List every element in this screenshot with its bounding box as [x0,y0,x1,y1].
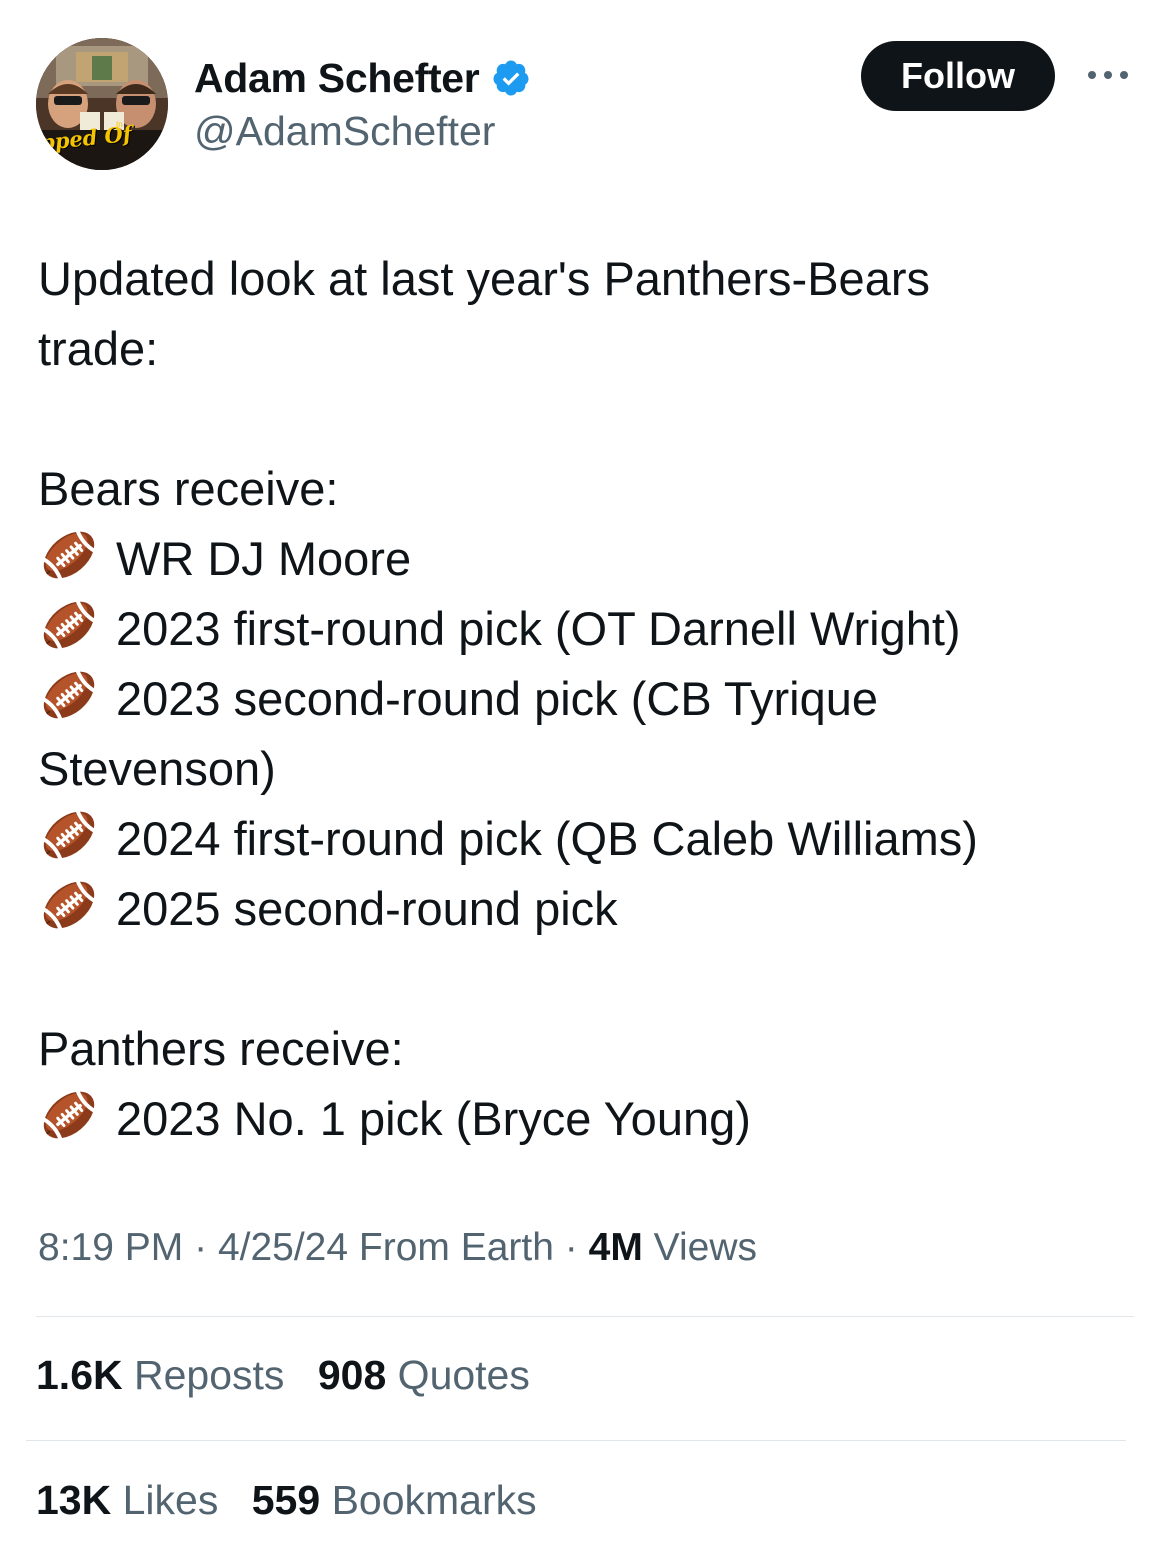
reposts-label: Reposts [134,1352,285,1398]
author-name-row: Adam Schefter [194,54,531,102]
views-label: Views [653,1226,757,1269]
list-item: 2024 first-round pick (QB Caleb Williams… [38,804,1128,874]
american-football-icon [38,664,100,726]
divider [26,1440,1126,1441]
american-football-icon [38,804,100,866]
follow-button[interactable]: Follow [861,41,1055,111]
list-item-text: 2025 second-round pick [116,882,618,935]
tweet-date[interactable]: 4/25/24 [218,1226,348,1269]
list-item: 2023 second-round pick (CB Tyrique [38,664,1128,734]
views-count: 4M [588,1226,643,1269]
quotes-label: Quotes [397,1352,530,1398]
tweet-source: From Earth [358,1226,554,1269]
list-item: 2023 first-round pick (OT Darnell Wright… [38,594,1128,664]
likes-stat[interactable]: 13K Likes [36,1477,218,1524]
meta-separator: · [194,1226,208,1269]
likes-count: 13K [36,1477,112,1523]
list-item-continuation: Stevenson) [38,742,276,795]
author-handle[interactable]: @AdamSchefter [194,108,495,155]
list-item: 2025 second-round pick [38,874,1128,944]
bookmarks-label: Bookmarks [331,1477,537,1523]
quotes-count: 908 [317,1352,387,1398]
reposts-stat[interactable]: 1.6K Reposts [36,1352,284,1399]
quotes-stat[interactable]: 908 Quotes [318,1352,530,1399]
american-football-icon [38,1084,100,1146]
bookmarks-stat[interactable]: 559 Bookmarks [252,1477,537,1524]
american-football-icon [38,524,100,586]
american-football-icon [38,874,100,936]
tweet-text: Updated look at last year's Panthers-Bea… [38,244,1128,1154]
stats-row-likes-bookmarks: 13K Likes 559 Bookmarks [36,1477,559,1524]
list-item-text: 2023 second-round pick (CB Tyrique [116,672,879,725]
list-item-text: WR DJ Moore [116,532,412,585]
reposts-count: 1.6K [36,1352,123,1398]
author-display-name[interactable]: Adam Schefter [194,55,480,102]
tweet-time[interactable]: 8:19 PM [38,1226,183,1269]
list-item-text: 2023 No. 1 pick (Bryce Young) [116,1092,751,1145]
tweet-header: Ipped Of In Adam Schefter @AdamSchefter … [36,38,1136,172]
list-item: WR DJ Moore [38,524,1128,594]
stats-row-reposts-quotes: 1.6K Reposts 908 Quotes [36,1352,552,1399]
verified-badge-icon [493,60,529,96]
list-item-text: 2024 first-round pick (QB Caleb Williams… [116,812,978,865]
american-football-icon [38,594,100,656]
avatar-caption-small: In [116,120,123,129]
more-options-icon[interactable] [1084,60,1132,90]
panthers-heading: Panthers receive: [38,1022,404,1075]
likes-label: Likes [122,1477,219,1523]
bookmarks-count: 559 [251,1477,321,1523]
tweet-meta: 8:19 PM · 4/25/24 From Earth · 4M Views [38,1226,757,1270]
meta-separator: · [564,1226,578,1269]
avatar[interactable]: Ipped Of In [36,38,168,170]
bears-heading: Bears receive: [38,462,339,515]
divider [36,1316,1134,1317]
list-item: 2023 No. 1 pick (Bryce Young) [38,1084,1128,1154]
tweet-intro-line: trade: [38,322,159,375]
tweet-intro-line: Updated look at last year's Panthers-Bea… [38,252,930,305]
list-item-text: 2023 first-round pick (OT Darnell Wright… [116,602,961,655]
